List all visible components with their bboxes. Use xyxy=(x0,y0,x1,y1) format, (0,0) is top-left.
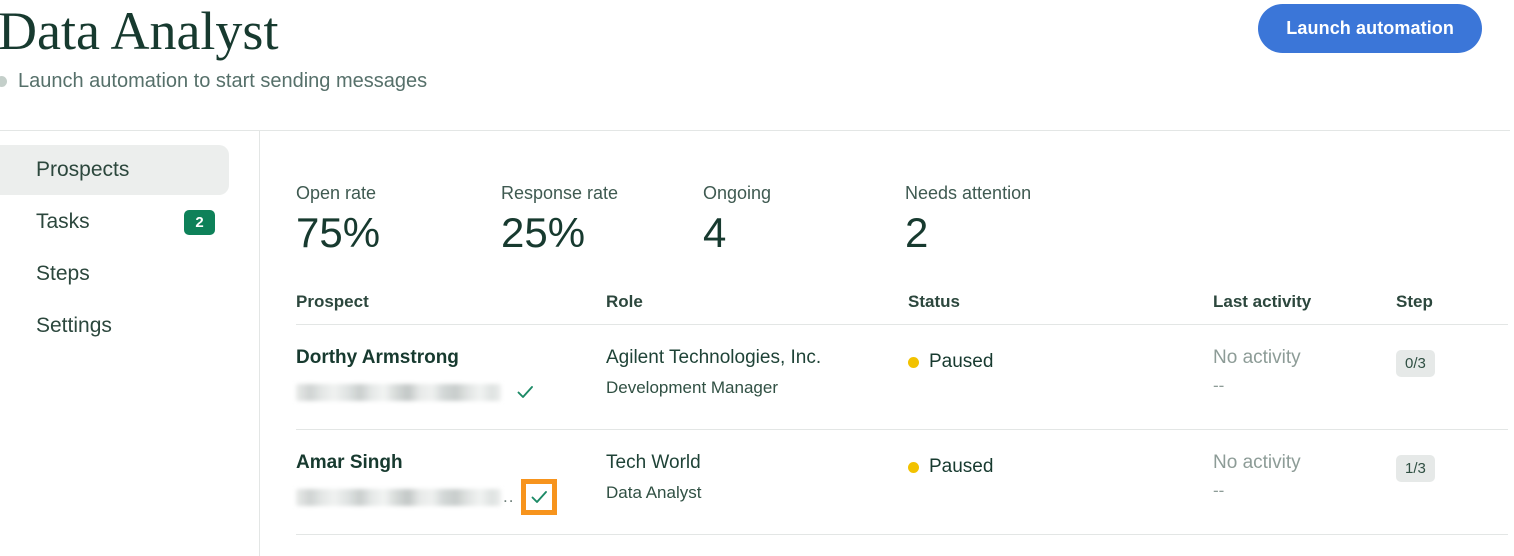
launch-automation-button[interactable]: Launch automation xyxy=(1258,4,1482,53)
cell-prospect: Dorthy Armstrong xyxy=(296,347,606,407)
table-header-row: Prospect Role Status Last activity Step xyxy=(296,292,1508,325)
stat-needs-attention: Needs attention 2 xyxy=(905,182,1031,256)
last-activity-text: No activity xyxy=(1213,452,1301,473)
status-badge: Paused xyxy=(908,347,1213,373)
sidebar: Prospects Tasks 2 Steps Settings xyxy=(0,130,260,556)
redacted-email xyxy=(296,383,501,401)
table-row[interactable]: Dorthy Armstrong Agilent Technologies, I… xyxy=(296,325,1508,430)
last-activity-sub: -- xyxy=(1213,481,1225,500)
step-pill: 0/3 xyxy=(1396,350,1435,377)
sidebar-item-label: Prospects xyxy=(36,158,130,181)
status-dot-icon xyxy=(908,356,919,368)
stat-ongoing: Ongoing 4 xyxy=(703,182,905,256)
stat-label: Needs attention xyxy=(905,183,1032,203)
redacted-email xyxy=(296,488,501,506)
page-header: Data Analyst Launch automation to start … xyxy=(0,0,1514,131)
sidebar-item-steps[interactable]: Steps xyxy=(0,249,259,299)
stat-value: 75% xyxy=(296,209,381,256)
cell-status: Paused xyxy=(908,347,1213,373)
role-company: Tech World xyxy=(606,452,701,473)
status-label: Paused xyxy=(929,351,994,372)
sidebar-item-label: Tasks xyxy=(36,210,90,233)
email-ellipsis: .. xyxy=(503,487,515,506)
stat-value: 25% xyxy=(501,209,586,256)
prospects-table: Prospect Role Status Last activity Step … xyxy=(296,292,1508,535)
prospect-email-line: .. xyxy=(296,479,606,515)
cell-role: Agilent Technologies, Inc. Development M… xyxy=(606,347,908,398)
cell-prospect: Amar Singh .. xyxy=(296,452,606,515)
email-verified-check-icon[interactable] xyxy=(513,380,537,404)
status-dot-icon xyxy=(908,461,919,473)
prospect-name: Dorthy Armstrong xyxy=(296,347,459,368)
main-content: Open rate 75% Response rate 25% Ongoing … xyxy=(260,130,1514,556)
column-header-last-activity: Last activity xyxy=(1213,292,1312,311)
cell-last-activity: No activity -- xyxy=(1213,347,1396,396)
column-header-prospect: Prospect xyxy=(296,292,369,311)
cell-role: Tech World Data Analyst xyxy=(606,452,908,503)
stat-label: Ongoing xyxy=(703,183,772,203)
column-header-status: Status xyxy=(908,292,960,311)
sidebar-item-label: Steps xyxy=(36,262,90,285)
cell-last-activity: No activity -- xyxy=(1213,452,1396,501)
sidebar-item-label: Settings xyxy=(36,314,112,337)
status-dot-icon xyxy=(0,75,7,87)
body: Prospects Tasks 2 Steps Settings Open ra… xyxy=(0,130,1514,556)
table-row[interactable]: Amar Singh .. Tech World Data Analyst Pa… xyxy=(296,430,1508,535)
last-activity-sub: -- xyxy=(1213,376,1225,395)
stat-label: Response rate xyxy=(501,183,619,203)
role-title: Development Manager xyxy=(606,378,778,397)
stat-label: Open rate xyxy=(296,183,377,203)
cell-status: Paused xyxy=(908,452,1213,478)
column-header-role: Role xyxy=(606,292,643,311)
sidebar-item-prospects[interactable]: Prospects xyxy=(0,145,229,195)
status-label: Paused xyxy=(929,456,994,477)
tasks-count-badge: 2 xyxy=(184,209,215,235)
status-badge: Paused xyxy=(908,452,1213,478)
role-title: Data Analyst xyxy=(606,483,702,502)
prospect-email-line xyxy=(296,377,606,407)
prospect-name: Amar Singh xyxy=(296,452,403,473)
step-pill: 1/3 xyxy=(1396,455,1435,482)
stat-response-rate: Response rate 25% xyxy=(501,182,703,256)
stats-row: Open rate 75% Response rate 25% Ongoing … xyxy=(296,182,1508,256)
role-company: Agilent Technologies, Inc. xyxy=(606,347,822,368)
cell-step: 0/3 xyxy=(1396,347,1508,377)
email-verified-check-icon[interactable] xyxy=(521,479,558,515)
cell-step: 1/3 xyxy=(1396,452,1508,482)
stat-value: 4 xyxy=(703,209,727,256)
column-header-step: Step xyxy=(1396,292,1433,311)
last-activity-text: No activity xyxy=(1213,347,1301,368)
stat-open-rate: Open rate 75% xyxy=(296,182,501,256)
sidebar-item-settings[interactable]: Settings xyxy=(0,301,259,351)
header-divider xyxy=(0,130,1510,131)
sidebar-item-tasks[interactable]: Tasks 2 xyxy=(0,197,259,247)
status-hint-label: Launch automation to start sending messa… xyxy=(18,70,428,92)
status-hint: Launch automation to start sending messa… xyxy=(0,69,1514,93)
stat-value: 2 xyxy=(905,209,929,256)
